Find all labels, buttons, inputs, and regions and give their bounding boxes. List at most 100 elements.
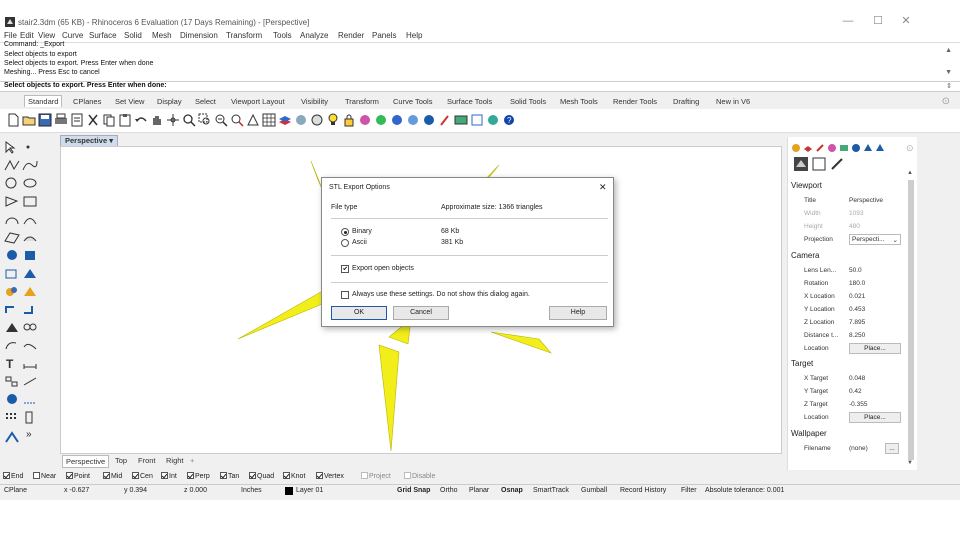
osnap-perp[interactable]: Perp <box>187 472 210 480</box>
rectangle-icon[interactable] <box>22 195 38 208</box>
camera-place-button[interactable]: Place... <box>849 343 901 354</box>
print-icon[interactable] <box>54 113 68 127</box>
circle-icon[interactable] <box>4 177 20 190</box>
paste-icon[interactable] <box>118 113 132 127</box>
info-icon[interactable]: ? <box>502 113 516 127</box>
osnap-checkbox[interactable] <box>161 472 168 479</box>
viewport-tab-front[interactable]: Front <box>135 455 159 466</box>
loft-icon[interactable] <box>22 231 38 244</box>
tab-surface-tools[interactable]: Surface Tools <box>447 97 492 106</box>
edit-points-icon[interactable] <box>4 431 20 444</box>
tab-display[interactable]: Display <box>157 97 182 106</box>
osnap-checkbox[interactable] <box>249 472 256 479</box>
curve-icon[interactable] <box>22 159 38 172</box>
materials-tab-icon[interactable] <box>827 143 837 153</box>
osnap-checkbox[interactable] <box>3 472 10 479</box>
options-icon[interactable] <box>438 113 452 127</box>
distance-value[interactable]: 8.250 <box>849 332 865 339</box>
offset-curve-icon[interactable] <box>22 213 38 226</box>
osnap-toggle[interactable]: Osnap <box>501 487 523 494</box>
help-icon[interactable] <box>454 113 468 127</box>
scroll-up-icon[interactable]: ▲ <box>945 47 952 54</box>
target-place-button[interactable]: Place... <box>849 412 901 423</box>
text-icon[interactable]: T <box>4 357 20 370</box>
layers-tab-icon[interactable] <box>803 143 813 153</box>
current-layer[interactable]: Layer 01 <box>296 487 323 494</box>
ascii-label[interactable]: Ascii <box>352 239 367 246</box>
osnap-checkbox[interactable] <box>404 472 411 479</box>
paint-icon[interactable] <box>4 321 20 334</box>
maximize-button[interactable]: ☐ <box>868 14 888 28</box>
menu-solid[interactable]: Solid <box>124 31 142 40</box>
menu-curve[interactable]: Curve <box>62 31 83 40</box>
close-window-button[interactable]: ✕ <box>896 14 916 28</box>
open-file-icon[interactable] <box>22 113 36 127</box>
measure-icon[interactable] <box>22 393 38 406</box>
menu-analyze[interactable]: Analyze <box>300 31 328 40</box>
zoom-icon[interactable] <box>182 113 196 127</box>
binary-label[interactable]: Binary <box>352 228 372 235</box>
more-tools-icon[interactable]: » <box>26 429 32 440</box>
ground-plane-icon[interactable] <box>406 113 420 127</box>
osnap-checkbox[interactable] <box>283 472 290 479</box>
scroll-up-icon[interactable]: ▲ <box>907 170 913 176</box>
menu-render[interactable]: Render <box>338 31 364 40</box>
wallpaper-filename-value[interactable]: (none) <box>849 445 868 452</box>
rotate-view-icon[interactable] <box>166 113 180 127</box>
curve-from-object-icon[interactable] <box>4 339 20 352</box>
block-icon[interactable] <box>4 375 20 388</box>
ortho-toggle[interactable]: Ortho <box>440 487 458 494</box>
menu-help[interactable]: Help <box>406 31 422 40</box>
y-target-value[interactable]: 0.42 <box>849 388 862 395</box>
ascii-radio[interactable] <box>341 239 349 247</box>
viewport-menu-icon[interactable]: ▾ <box>109 136 113 145</box>
osnap-checkbox[interactable] <box>33 472 40 479</box>
osnap-checkbox[interactable] <box>132 472 139 479</box>
lock-icon[interactable] <box>342 113 356 127</box>
osnap-disable[interactable]: Disable <box>404 472 435 480</box>
grid-icon[interactable] <box>262 113 276 127</box>
always-use-settings-checkbox[interactable] <box>341 291 349 299</box>
copy-icon[interactable] <box>102 113 116 127</box>
object-properties-icon[interactable] <box>812 157 826 171</box>
tab-mesh-tools[interactable]: Mesh Tools <box>560 97 598 106</box>
chain-icon[interactable] <box>22 321 38 334</box>
polygon-icon[interactable] <box>4 195 20 208</box>
help-tab-icon[interactable] <box>851 143 861 153</box>
tab-render-tools[interactable]: Render Tools <box>613 97 657 106</box>
properties-scrollbar[interactable] <box>908 180 914 460</box>
osnap-point[interactable]: Point <box>66 472 90 480</box>
ellipse-icon[interactable] <box>22 177 38 190</box>
layer-icon[interactable] <box>278 113 292 127</box>
osnap-checkbox[interactable] <box>361 472 368 479</box>
export-open-objects-checkbox[interactable] <box>341 265 349 273</box>
osnap-quad[interactable]: Quad <box>249 472 274 480</box>
save-icon[interactable] <box>38 113 52 127</box>
osnap-near[interactable]: Near <box>33 472 56 480</box>
grid-snap-toggle[interactable]: Grid Snap <box>397 487 430 494</box>
material-icon[interactable] <box>358 113 372 127</box>
environment-icon[interactable] <box>390 113 404 127</box>
tab-solid-tools[interactable]: Solid Tools <box>510 97 546 106</box>
tab-drafting[interactable]: Drafting <box>673 97 699 106</box>
boolean-difference-icon[interactable] <box>22 285 38 298</box>
sun-icon[interactable] <box>422 113 436 127</box>
osnap-knot[interactable]: Knot <box>283 472 305 480</box>
properties-tab-icon[interactable] <box>791 143 801 153</box>
tab-transform[interactable]: Transform <box>345 97 379 106</box>
filter-toggle[interactable]: Filter <box>681 487 697 494</box>
arc-icon[interactable] <box>4 213 20 226</box>
menu-panels[interactable]: Panels <box>372 31 396 40</box>
osnap-checkbox[interactable] <box>187 472 194 479</box>
tab-select[interactable]: Select <box>195 97 216 106</box>
tab-curve-tools[interactable]: Curve Tools <box>393 97 432 106</box>
pan-icon[interactable] <box>150 113 164 127</box>
viewport-title-value[interactable]: Perspective <box>849 197 883 204</box>
tab-set-view[interactable]: Set View <box>115 97 144 106</box>
x-location-value[interactable]: 0.021 <box>849 293 865 300</box>
z-location-value[interactable]: 7.895 <box>849 319 865 326</box>
display-tab-icon[interactable] <box>863 143 873 153</box>
material-properties-icon[interactable] <box>830 157 844 171</box>
smarttrack-toggle[interactable]: SmartTrack <box>533 487 569 494</box>
point-icon[interactable] <box>22 141 38 154</box>
